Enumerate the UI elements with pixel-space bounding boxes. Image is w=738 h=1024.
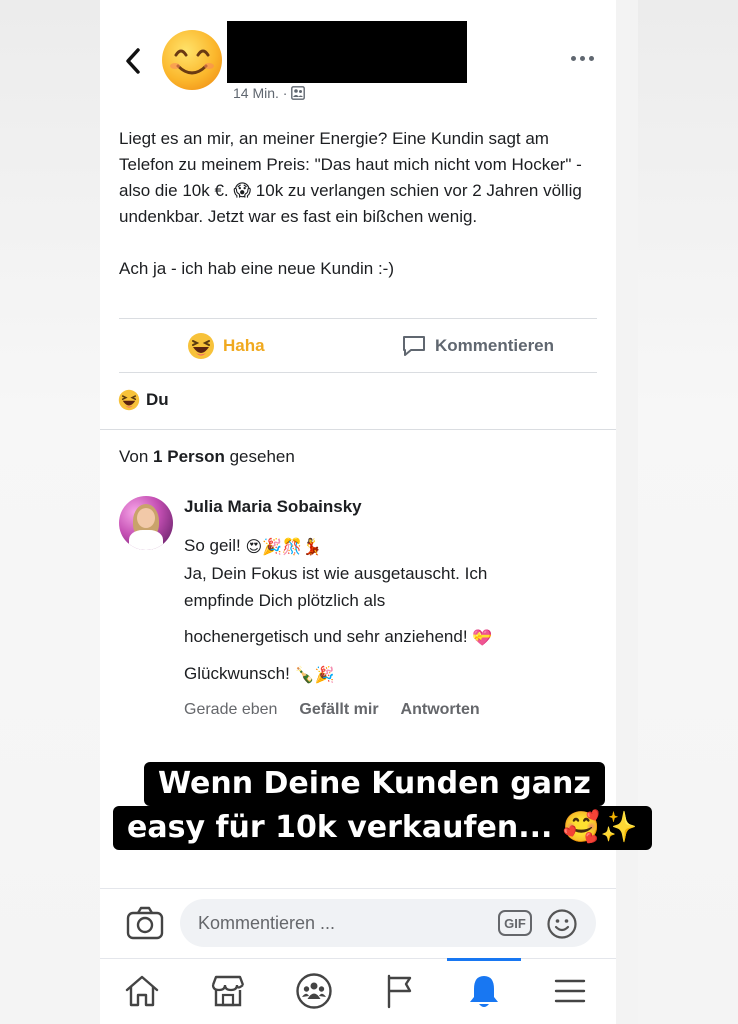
marketplace-icon (211, 975, 245, 1007)
nav-marketplace[interactable] (204, 967, 252, 1015)
post-time: 14 Min. · (233, 85, 288, 101)
post-header: 14 Min. · (100, 0, 616, 110)
background-right (638, 0, 738, 1024)
reply-comment-button[interactable]: Antworten (401, 701, 480, 719)
smiling-face-emoji-avatar[interactable] (160, 28, 224, 92)
comment-emoji: 💝 (472, 628, 493, 647)
avatar-body (129, 530, 163, 550)
notifications-bell-icon (470, 976, 498, 1007)
dot (589, 56, 594, 61)
reaction-summary[interactable]: Du (118, 389, 169, 411)
background-left (0, 0, 100, 1024)
comment-text: hochenergetisch und sehr anziehend! (184, 627, 473, 646)
nav-notifications[interactable] (460, 967, 508, 1015)
haha-emoji-icon (188, 333, 214, 359)
comment-input-placeholder: Kommentieren ... (198, 913, 336, 933)
comment-line: Ja, Dein Fokus ist wie ausgetauscht. Ich (184, 564, 488, 583)
post-action-bar: Haha Kommentieren (119, 319, 597, 371)
redacted-author-name (227, 21, 467, 83)
comment-line: So geil! 😍🎉🎊💃 (184, 532, 594, 560)
pages-flag-icon (387, 974, 412, 1009)
bottom-navigation (100, 958, 616, 1024)
comment-line: hochenergetisch und sehr anziehend! 💝 (184, 623, 594, 651)
comment-emoji: 😍🎉🎊💃 (245, 537, 322, 556)
comment-line: empfinde Dich plötzlich als (184, 591, 386, 610)
haha-emoji-icon (118, 389, 140, 411)
comment-line: Glückwunsch! 🍾🎉 (184, 660, 594, 688)
camera-icon[interactable] (126, 905, 164, 941)
divider (100, 429, 616, 430)
comment-body: So geil! 😍🎉🎊💃 Ja, Dein Fokus ist wie aus… (184, 532, 594, 688)
reactor-name: Du (146, 390, 169, 409)
comment: Julia Maria Sobainsky So geil! 😍🎉🎊💃 Ja, … (119, 492, 599, 732)
comment-composer: Kommentieren ... GIF (100, 888, 616, 956)
chevron-left-icon (126, 48, 140, 74)
avatar-face (137, 508, 155, 528)
dot (571, 56, 576, 61)
gif-button[interactable]: GIF (498, 910, 532, 936)
active-tab-indicator (447, 958, 521, 961)
home-icon (125, 975, 159, 1007)
post-meta: 14 Min. · (233, 85, 306, 101)
divider (119, 372, 597, 373)
comment-input[interactable]: Kommentieren ... GIF (180, 899, 596, 947)
haha-label: Haha (223, 336, 265, 355)
groups-icon (296, 973, 332, 1009)
menu-icon (554, 979, 586, 1003)
comment-time: Gerade eben (184, 701, 278, 718)
seen-by-text[interactable]: Von 1 Person gesehen (119, 447, 295, 467)
seen-prefix: Von (119, 447, 154, 466)
speech-bubble-icon (403, 336, 425, 356)
more-options-button[interactable] (571, 56, 594, 61)
like-comment-button[interactable]: Gefällt mir (299, 701, 378, 719)
post-body: Liegt es an mir, an meiner Energie? Eine… (119, 126, 597, 308)
comment-author[interactable]: Julia Maria Sobainsky (184, 497, 362, 517)
post-screen: 14 Min. · Liegt es an mir, an meiner Ene… (100, 0, 616, 1024)
nav-home[interactable] (118, 967, 166, 1015)
nav-groups[interactable] (290, 967, 338, 1015)
post-paragraph: Ach ja - ich hab eine neue Kundin :-) (119, 259, 395, 278)
seen-suffix: gesehen (224, 447, 295, 466)
comment-button[interactable]: Kommentieren (401, 333, 554, 359)
nav-pages[interactable] (376, 967, 424, 1015)
seen-count: 1 Person (153, 447, 225, 466)
comment-text: Glückwunsch! (184, 664, 295, 683)
commenter-avatar[interactable] (119, 496, 173, 550)
comment-label: Kommentieren (435, 336, 555, 355)
haha-reaction-button[interactable]: Haha (187, 332, 265, 360)
post-paragraph: Liegt es an mir, an meiner Energie? Eine… (119, 129, 582, 226)
comment-emoji: 🍾🎉 (294, 665, 335, 684)
comment-meta: Gerade eben Gefällt mir Antworten (184, 701, 480, 719)
friends-audience-icon (291, 86, 306, 100)
dot (580, 56, 585, 61)
back-button[interactable] (120, 44, 146, 78)
comment-text: So geil! (184, 536, 246, 555)
emoji-picker-icon[interactable] (546, 908, 578, 940)
nav-menu[interactable] (546, 967, 594, 1015)
